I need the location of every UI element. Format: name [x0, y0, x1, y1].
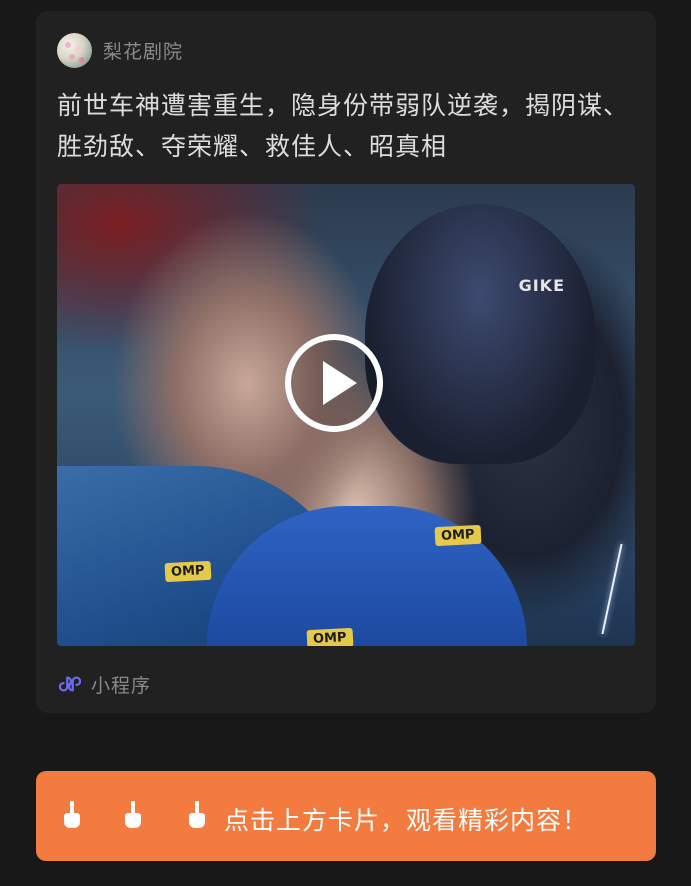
pointing-hand-icon — [125, 801, 141, 828]
card-header: 梨花剧院 — [57, 31, 183, 69]
suit-badge: OMP — [306, 627, 353, 646]
cta-text[interactable]: 点击上方卡片，观看精彩内容！ — [224, 801, 588, 837]
content-card[interactable]: 梨花剧院 前世车神遭害重生，隐身份带弱队逆袭，揭阴谋、胜劲敌、夺荣耀、救佳人、昭… — [36, 11, 656, 713]
suit-badge: OMP — [434, 524, 481, 547]
suit-badge: OMP — [164, 560, 211, 583]
mini-program-label: 小程序 — [91, 674, 152, 697]
source-name: 梨花剧院 — [103, 40, 184, 63]
video-cover[interactable]: GIKE OMP OMP OMP — [57, 184, 635, 646]
play-button-icon[interactable] — [285, 334, 383, 432]
card-headline[interactable]: 前世车神遭害重生，隐身份带弱队逆袭，揭阴谋、胜劲敌、夺荣耀、救佳人、昭真相 — [57, 85, 647, 167]
cta-banner[interactable]: 点击上方卡片，观看精彩内容！ — [36, 771, 656, 861]
pointing-hand-icon — [189, 801, 205, 828]
lightning-bolt — [601, 544, 623, 634]
mini-program-footer[interactable]: 小程序 — [59, 671, 151, 697]
helmet-logo-text: GIKE — [518, 276, 565, 295]
mini-program-icon — [59, 676, 81, 692]
pointing-hand-icon — [64, 801, 80, 828]
source-avatar — [57, 32, 92, 68]
helmet-figure — [365, 204, 595, 464]
